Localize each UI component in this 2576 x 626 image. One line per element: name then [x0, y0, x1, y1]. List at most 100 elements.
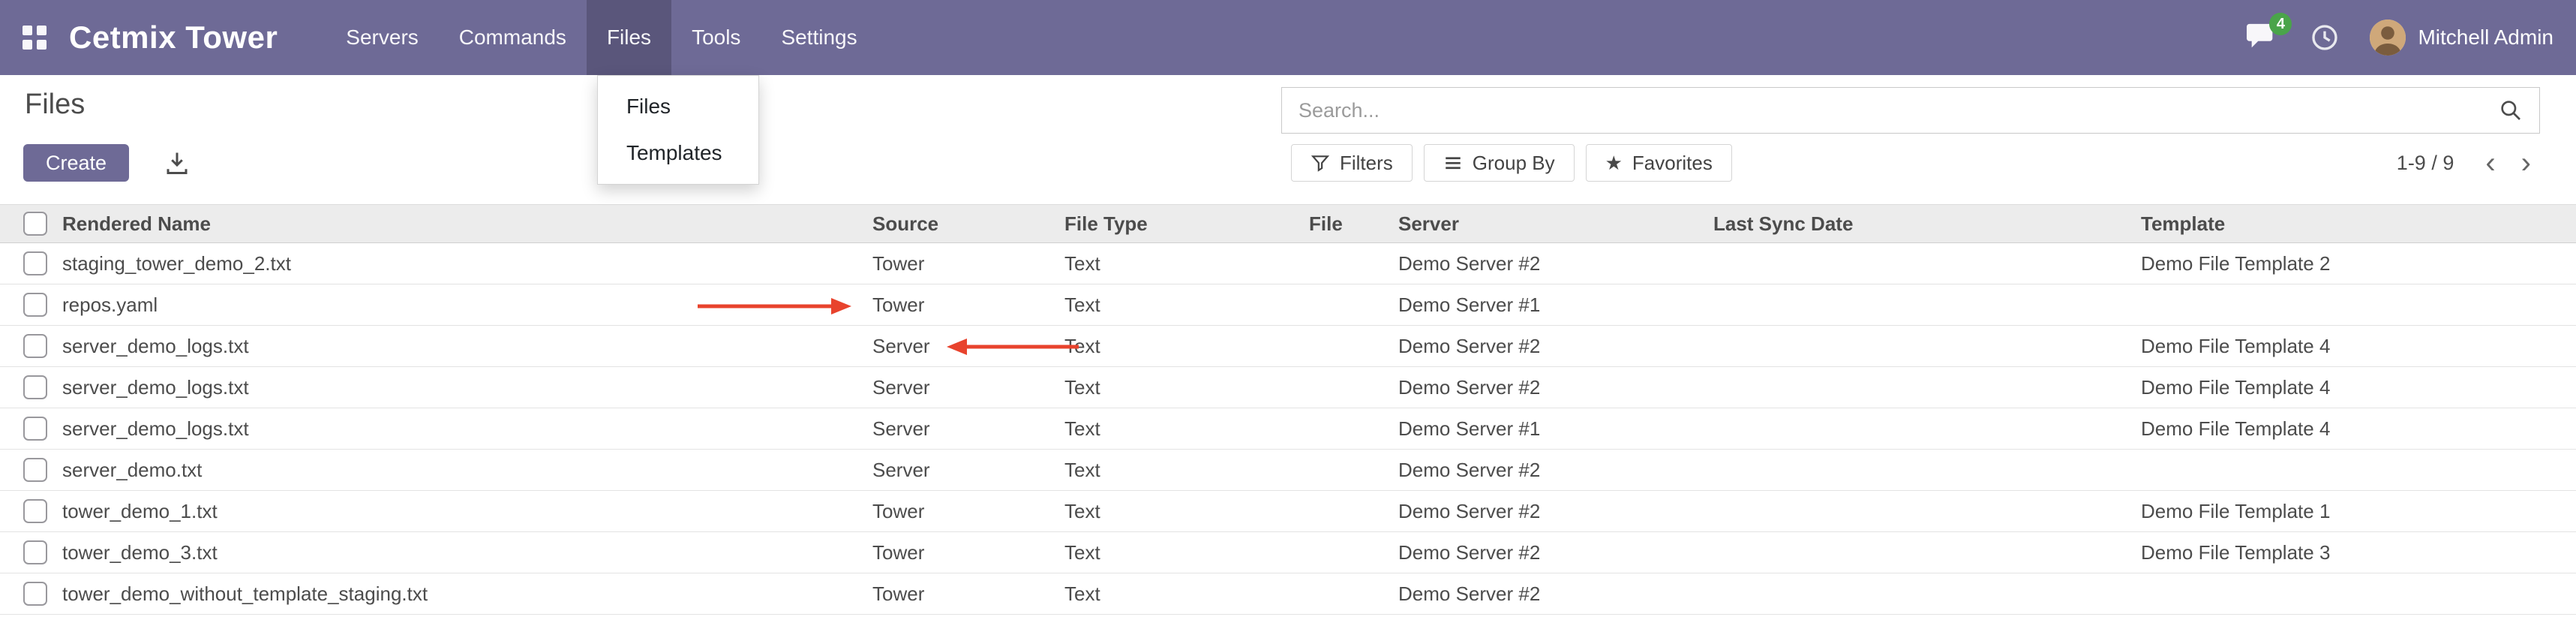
dropdown-item-templates[interactable]: Templates — [598, 130, 758, 176]
row-checkbox[interactable] — [23, 293, 47, 317]
group-by-button[interactable]: Group By — [1424, 144, 1575, 182]
app-brand[interactable]: Cetmix Tower — [69, 20, 278, 56]
messages-button[interactable]: 4 — [2245, 22, 2280, 53]
apps-grid-icon[interactable] — [23, 26, 47, 50]
cell-rendered-name: server_demo_logs.txt — [62, 335, 872, 358]
cell-rendered-name: staging_tower_demo_2.txt — [62, 252, 872, 275]
cell-file-type: Text — [1064, 376, 1309, 399]
column-header-template[interactable]: Template — [2141, 212, 2561, 236]
table-body: staging_tower_demo_2.txt Tower Text Demo… — [0, 243, 2576, 615]
main-menu: Servers Commands Files Files Templates T… — [326, 0, 877, 75]
menu-tools[interactable]: Tools — [671, 0, 761, 75]
control-panel: Files Create Filters — [0, 75, 2576, 204]
row-checkbox[interactable] — [23, 417, 47, 441]
pager-next-button[interactable]: › — [2512, 148, 2540, 178]
dropdown-item-files[interactable]: Files — [598, 83, 758, 130]
cell-server: Demo Server #2 — [1398, 376, 1713, 399]
row-select-cell — [0, 375, 62, 399]
column-header-file[interactable]: File — [1309, 212, 1398, 236]
cell-template: Demo File Template 3 — [2141, 541, 2561, 564]
row-checkbox[interactable] — [23, 375, 47, 399]
menu-files[interactable]: Files Files Templates — [587, 0, 671, 75]
filter-funnel-icon — [1311, 153, 1330, 173]
menu-commands[interactable]: Commands — [439, 0, 587, 75]
filters-button[interactable]: Filters — [1291, 144, 1413, 182]
cell-template: Demo File Template 1 — [2141, 500, 2561, 523]
cell-file-type: Text — [1064, 500, 1309, 523]
column-header-rendered-name[interactable]: Rendered Name — [62, 212, 872, 236]
export-button[interactable] — [164, 149, 191, 176]
menu-servers[interactable]: Servers — [326, 0, 438, 75]
search-input[interactable] — [1299, 99, 2499, 122]
header-select-cell — [0, 212, 62, 236]
cell-rendered-name: server_demo_logs.txt — [62, 376, 872, 399]
table-row[interactable]: tower_demo_1.txt Tower Text Demo Server … — [0, 491, 2576, 532]
column-header-source[interactable]: Source — [872, 212, 1064, 236]
search-icon[interactable] — [2499, 98, 2523, 122]
row-checkbox[interactable] — [23, 458, 47, 482]
user-avatar-image — [2370, 20, 2406, 56]
row-checkbox[interactable] — [23, 582, 47, 606]
row-checkbox[interactable] — [23, 540, 47, 564]
row-checkbox[interactable] — [23, 251, 47, 275]
cell-rendered-name: server_demo_logs.txt — [62, 417, 872, 441]
star-icon: ★ — [1605, 153, 1623, 173]
table-row[interactable]: repos.yaml Tower Text Demo Server #1 — [0, 284, 2576, 326]
cell-source: Tower — [872, 252, 1064, 275]
download-icon — [164, 149, 191, 176]
cell-source: Tower — [872, 293, 1064, 317]
cell-server: Demo Server #2 — [1398, 541, 1713, 564]
pager-previous-button[interactable]: ‹ — [2476, 148, 2504, 178]
cell-file-type: Text — [1064, 582, 1309, 606]
control-panel-buttons: Create — [23, 144, 191, 182]
menu-settings[interactable]: Settings — [761, 0, 877, 75]
cell-source: Tower — [872, 582, 1064, 606]
group-by-lines-icon — [1443, 153, 1463, 173]
cell-server: Demo Server #2 — [1398, 459, 1713, 482]
cell-template: Demo File Template 2 — [2141, 252, 2561, 275]
user-name: Mitchell Admin — [2418, 26, 2553, 50]
cell-file-type: Text — [1064, 252, 1309, 275]
table-row[interactable]: tower_demo_without_template_staging.txt … — [0, 573, 2576, 615]
files-list-view: Rendered Name Source File Type File Serv… — [0, 204, 2576, 615]
row-checkbox[interactable] — [23, 499, 47, 523]
user-menu[interactable]: Mitchell Admin — [2370, 20, 2553, 56]
menu-files-label: Files — [607, 26, 651, 50]
header-extra-cell: ⋮ — [2561, 212, 2576, 236]
table-row[interactable]: server_demo_logs.txt Server Text Demo Se… — [0, 408, 2576, 450]
table-row[interactable]: server_demo_logs.txt Server Text Demo Se… — [0, 326, 2576, 367]
table-row[interactable]: server_demo_logs.txt Server Text Demo Se… — [0, 367, 2576, 408]
table-row[interactable]: server_demo.txt Server Text Demo Server … — [0, 450, 2576, 491]
cell-file-type: Text — [1064, 459, 1309, 482]
row-checkbox[interactable] — [23, 334, 47, 358]
select-all-checkbox[interactable] — [23, 212, 47, 236]
cell-template: Demo File Template 4 — [2141, 335, 2561, 358]
table-header-row: Rendered Name Source File Type File Serv… — [0, 204, 2576, 243]
cell-rendered-name: server_demo.txt — [62, 459, 872, 482]
cell-file-type: Text — [1064, 417, 1309, 441]
favorites-button[interactable]: ★ Favorites — [1586, 144, 1732, 182]
favorites-label: Favorites — [1632, 152, 1713, 175]
activities-button[interactable] — [2310, 23, 2340, 53]
create-button[interactable]: Create — [23, 144, 129, 182]
cell-source: Server — [872, 459, 1064, 482]
cell-file-type: Text — [1064, 293, 1309, 317]
table-row[interactable]: staging_tower_demo_2.txt Tower Text Demo… — [0, 243, 2576, 284]
column-header-last-sync-date[interactable]: Last Sync Date — [1713, 212, 2141, 236]
row-select-cell — [0, 293, 62, 317]
page-title: Files — [25, 89, 85, 121]
row-select-cell — [0, 334, 62, 358]
cell-file-type: Text — [1064, 335, 1309, 358]
column-header-server[interactable]: Server — [1398, 212, 1713, 236]
search-bar — [1281, 87, 2540, 134]
cell-file-type: Text — [1064, 541, 1309, 564]
cell-source: Server — [872, 335, 1064, 358]
cell-rendered-name: tower_demo_3.txt — [62, 541, 872, 564]
table-row[interactable]: tower_demo_3.txt Tower Text Demo Server … — [0, 532, 2576, 573]
cell-template: Demo File Template 4 — [2141, 417, 2561, 441]
column-header-file-type[interactable]: File Type — [1064, 212, 1309, 236]
row-select-cell — [0, 458, 62, 482]
row-select-cell — [0, 251, 62, 275]
cell-source: Server — [872, 417, 1064, 441]
pager-range: 1-9 / 9 — [2397, 152, 2454, 175]
